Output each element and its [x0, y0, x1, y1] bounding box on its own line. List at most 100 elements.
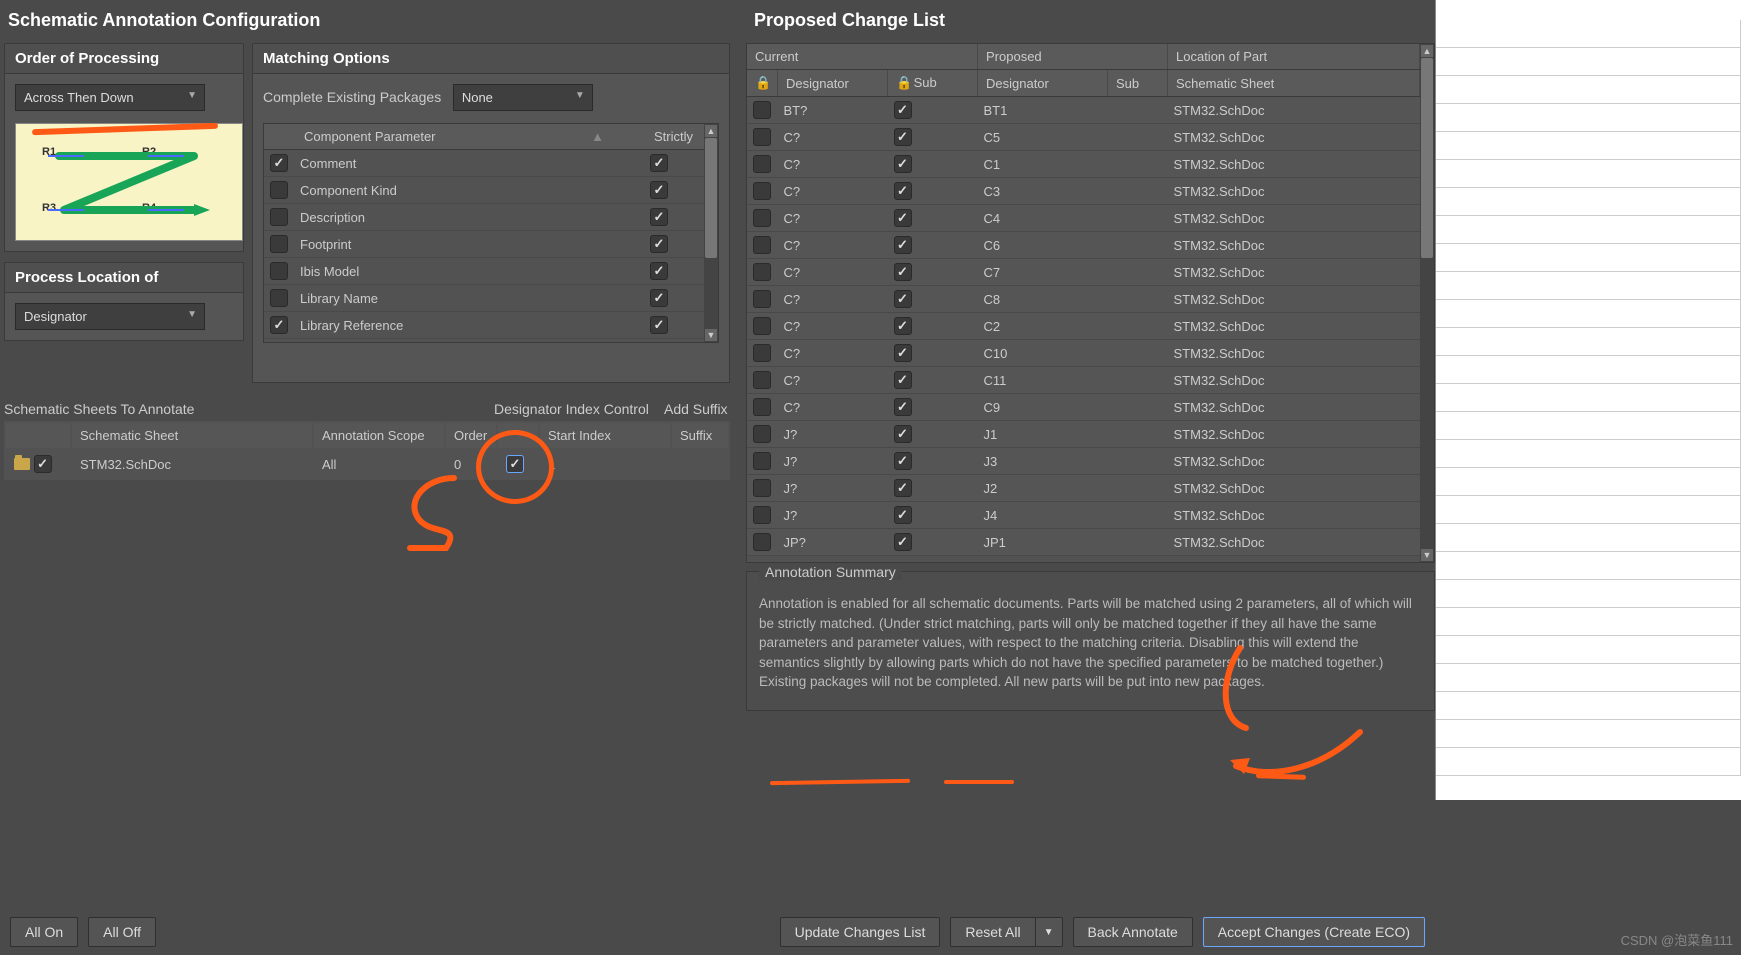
row-lock-check[interactable]: [753, 263, 771, 281]
all-on-button[interactable]: All On: [10, 917, 78, 947]
lock-icon[interactable]: 🔒: [896, 75, 910, 91]
param-scrollbar[interactable]: ▲ ▼: [704, 124, 718, 342]
col-scope[interactable]: Annotation Scope: [314, 423, 444, 448]
all-off-button[interactable]: All Off: [88, 917, 156, 947]
change-row[interactable]: C? C4STM32.SchDoc: [747, 205, 1420, 232]
sub-check[interactable]: [894, 317, 912, 335]
change-row[interactable]: BT? BT1STM32.SchDoc: [747, 97, 1420, 124]
param-check[interactable]: [270, 208, 288, 226]
scroll-down-icon[interactable]: ▼: [705, 329, 717, 341]
col-prop-desig[interactable]: Designator: [978, 70, 1108, 97]
change-row[interactable]: JP? JP1STM32.SchDoc: [747, 529, 1420, 556]
sub-check[interactable]: [894, 263, 912, 281]
sub-check[interactable]: [894, 290, 912, 308]
reset-all-dropdown[interactable]: ▼: [1036, 917, 1063, 947]
param-strict-check[interactable]: [650, 289, 668, 307]
scroll-up-icon[interactable]: ▲: [705, 125, 717, 137]
col-cur-desig[interactable]: Designator: [778, 70, 888, 97]
change-row[interactable]: C? C9STM32.SchDoc: [747, 394, 1420, 421]
col-strictly[interactable]: Strictly: [644, 124, 704, 150]
update-changes-button[interactable]: Update Changes List: [780, 917, 941, 947]
row-lock-check[interactable]: [753, 236, 771, 254]
change-row[interactable]: C? C5STM32.SchDoc: [747, 124, 1420, 151]
change-row[interactable]: J? J3STM32.SchDoc: [747, 448, 1420, 475]
sub-check[interactable]: [894, 452, 912, 470]
sub-check[interactable]: [894, 236, 912, 254]
scroll-up-icon[interactable]: ▲: [1421, 45, 1433, 57]
param-check[interactable]: [270, 289, 288, 307]
param-strict-check[interactable]: [650, 181, 668, 199]
change-row[interactable]: C? C8STM32.SchDoc: [747, 286, 1420, 313]
row-lock-check[interactable]: [753, 398, 771, 416]
param-check[interactable]: [270, 316, 288, 334]
scroll-down-icon[interactable]: ▼: [1421, 549, 1433, 561]
change-scrollbar[interactable]: ▲ ▼: [1420, 44, 1434, 562]
sub-check[interactable]: [894, 101, 912, 119]
sub-check[interactable]: [894, 398, 912, 416]
sheet-enable-check[interactable]: [34, 455, 52, 473]
row-lock-check[interactable]: [753, 101, 771, 119]
row-lock-check[interactable]: [753, 371, 771, 389]
col-component-parameter[interactable]: Component Parameter ▲: [294, 124, 644, 150]
row-lock-check[interactable]: [753, 290, 771, 308]
sub-check[interactable]: [894, 182, 912, 200]
param-strict-check[interactable]: [650, 208, 668, 226]
col-start-index[interactable]: Start Index: [540, 423, 670, 448]
sub-check[interactable]: [894, 371, 912, 389]
start-index-check[interactable]: [506, 455, 524, 473]
change-row[interactable]: C? C10STM32.SchDoc: [747, 340, 1420, 367]
process-location-dropdown[interactable]: Designator: [15, 303, 205, 330]
reset-all-button[interactable]: Reset All: [950, 917, 1035, 947]
col-proposed[interactable]: Proposed: [978, 44, 1168, 70]
change-row[interactable]: J? J4STM32.SchDoc: [747, 502, 1420, 529]
param-strict-check[interactable]: [650, 235, 668, 253]
sub-check[interactable]: [894, 344, 912, 362]
col-order[interactable]: Order: [446, 423, 496, 448]
param-strict-check[interactable]: [650, 316, 668, 334]
accept-changes-button[interactable]: Accept Changes (Create ECO): [1203, 917, 1425, 947]
complete-packages-dropdown[interactable]: None: [453, 84, 593, 111]
order-dropdown[interactable]: Across Then Down: [15, 84, 205, 111]
sub-check[interactable]: [894, 155, 912, 173]
sub-check[interactable]: [894, 479, 912, 497]
param-strict-check[interactable]: [650, 154, 668, 172]
col-location[interactable]: Location of Part: [1168, 44, 1420, 70]
row-lock-check[interactable]: [753, 128, 771, 146]
param-check[interactable]: [270, 262, 288, 280]
sub-check[interactable]: [894, 425, 912, 443]
row-lock-check[interactable]: [753, 425, 771, 443]
sub-check[interactable]: [894, 128, 912, 146]
row-lock-check[interactable]: [753, 344, 771, 362]
col-sheet[interactable]: Schematic Sheet: [1168, 70, 1420, 97]
param-strict-check[interactable]: [650, 262, 668, 280]
sheet-suffix[interactable]: [672, 450, 728, 478]
change-row[interactable]: J? J1STM32.SchDoc: [747, 421, 1420, 448]
row-lock-check[interactable]: [753, 533, 771, 551]
back-annotate-button[interactable]: Back Annotate: [1073, 917, 1193, 947]
row-lock-check[interactable]: [753, 506, 771, 524]
change-row[interactable]: C? C11STM32.SchDoc: [747, 367, 1420, 394]
col-suffix[interactable]: Suffix: [672, 423, 728, 448]
col-sheet[interactable]: Schematic Sheet: [72, 423, 312, 448]
sub-check[interactable]: [894, 533, 912, 551]
change-row[interactable]: C? C6STM32.SchDoc: [747, 232, 1420, 259]
row-lock-check[interactable]: [753, 452, 771, 470]
change-row[interactable]: C? C3STM32.SchDoc: [747, 178, 1420, 205]
param-check[interactable]: [270, 154, 288, 172]
param-check[interactable]: [270, 181, 288, 199]
col-prop-sub[interactable]: Sub: [1108, 70, 1168, 97]
change-row[interactable]: J? J2STM32.SchDoc: [747, 475, 1420, 502]
sheet-start-index[interactable]: 1: [540, 450, 670, 478]
change-row[interactable]: C? C2STM32.SchDoc: [747, 313, 1420, 340]
change-row[interactable]: C? C1STM32.SchDoc: [747, 151, 1420, 178]
row-lock-check[interactable]: [753, 155, 771, 173]
row-lock-check[interactable]: [753, 182, 771, 200]
col-current[interactable]: Current: [747, 44, 978, 70]
sub-check[interactable]: [894, 506, 912, 524]
lock-icon[interactable]: 🔒: [755, 75, 769, 91]
param-check[interactable]: [270, 235, 288, 253]
change-row[interactable]: C? C7STM32.SchDoc: [747, 259, 1420, 286]
row-lock-check[interactable]: [753, 479, 771, 497]
row-lock-check[interactable]: [753, 209, 771, 227]
row-lock-check[interactable]: [753, 317, 771, 335]
